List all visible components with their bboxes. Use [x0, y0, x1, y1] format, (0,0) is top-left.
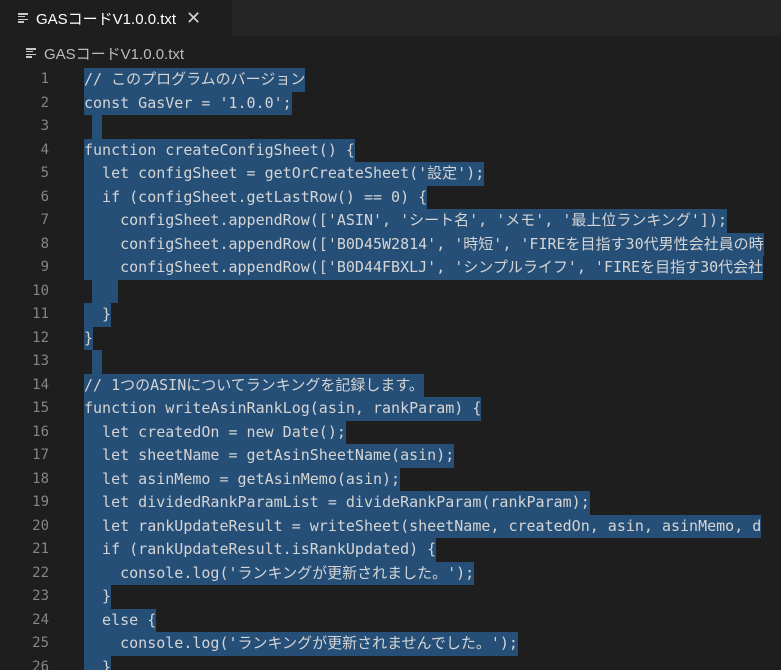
code-line[interactable]: 20 let rankUpdateResult = writeSheet(she… [0, 514, 781, 538]
code-text: let createdOn = new Date(); [84, 420, 346, 444]
code-line[interactable]: 22 console.log('ランキングが更新されました。'); [0, 561, 781, 585]
code-line[interactable]: 24 else { [0, 608, 781, 632]
code-text: console.log('ランキングが更新されました。'); [84, 561, 475, 585]
code-line[interactable]: 18 let asinMemo = getAsinMemo(asin); [0, 467, 781, 491]
line-number: 22 [32, 564, 49, 581]
line-number: 8 [40, 235, 49, 252]
code-text: configSheet.appendRow(['ASIN', 'シート名', '… [84, 209, 728, 233]
code-text: console.log('ランキングが更新されませんでした。'); [84, 632, 518, 656]
code-text: if (configSheet.getLastRow() == 0) { [84, 185, 428, 209]
close-icon[interactable]: ✕ [186, 9, 201, 27]
line-number: 25 [32, 635, 49, 651]
line-number: 9 [40, 259, 49, 275]
line-number: 4 [40, 141, 49, 158]
code-line[interactable]: 19 let dividedRankParamList = divideRank… [0, 491, 781, 515]
breadcrumb-file[interactable]: GASコードV1.0.0.txt [44, 43, 184, 64]
code-text: let configSheet = getOrCreateSheet('設定')… [84, 162, 485, 186]
code-line[interactable]: 6 if (configSheet.getLastRow() == 0) { [0, 185, 781, 209]
line-number: 15 [32, 400, 49, 416]
line-number: 23 [32, 588, 49, 604]
code-line[interactable]: 2 const GasVer = '1.0.0'; [0, 91, 781, 115]
line-number: 20 [32, 517, 49, 534]
line-number: 11 [32, 306, 49, 322]
line-number: 6 [40, 188, 49, 205]
file-text-icon [26, 48, 36, 58]
code-text: // このプログラムのバージョン [84, 68, 306, 92]
code-text: let asinMemo = getAsinMemo(asin); [84, 467, 401, 491]
code-text: } [84, 303, 112, 327]
code-editor[interactable]: 1 // このプログラムのバージョン 2 const GasVer = '1.0.0'… [0, 68, 781, 670]
code-text [92, 279, 118, 303]
code-line[interactable]: 9 configSheet.appendRow(['B0D44FBXLJ', '… [0, 256, 781, 280]
file-text-icon [18, 13, 28, 23]
line-number: 7 [40, 212, 49, 228]
code-line[interactable]: 7 configSheet.appendRow(['ASIN', 'シート名',… [0, 209, 781, 233]
code-text: } [84, 326, 94, 350]
line-number: 2 [40, 94, 49, 111]
code-text: configSheet.appendRow(['B0D44FBXLJ', 'シン… [84, 256, 764, 280]
code-text: } [84, 655, 112, 670]
line-number: 17 [32, 447, 49, 463]
code-text: const GasVer = '1.0.0'; [84, 91, 292, 115]
code-line[interactable]: 8 configSheet.appendRow(['B0D45W2814', '… [0, 232, 781, 256]
line-number: 5 [40, 165, 49, 181]
line-number: 3 [40, 118, 49, 134]
line-number: 14 [32, 376, 49, 393]
code-text [92, 350, 102, 374]
code-text: configSheet.appendRow(['B0D45W2814', '時短… [84, 232, 764, 256]
code-text: let sheetName = getAsinSheetName(asin); [84, 444, 455, 468]
code-line[interactable]: 10 [0, 279, 781, 303]
code-line[interactable]: 26 } [0, 655, 781, 670]
tab-title: GASコードV1.0.0.txt [36, 10, 177, 28]
line-number: 16 [32, 423, 49, 440]
code-line[interactable]: 11 } [0, 303, 781, 327]
code-text: function writeAsinRankLog(asin, rankPara… [84, 397, 482, 421]
code-text: else { [84, 608, 157, 632]
line-number: 1 [40, 71, 49, 87]
line-number: 19 [32, 494, 49, 510]
line-number: 10 [32, 282, 49, 299]
line-number: 24 [32, 611, 49, 628]
line-number: 18 [32, 470, 49, 487]
code-text: // 1つのASINについてランキングを記録します。 [84, 373, 424, 397]
tab-file[interactable]: GASコードV1.0.0.txt ✕ [0, 0, 232, 36]
code-line[interactable]: 1 // このプログラムのバージョン [0, 68, 781, 92]
code-line[interactable]: 12} [0, 326, 781, 350]
line-number: 26 [32, 658, 49, 670]
code-text: let dividedRankParamList = divideRankPar… [84, 491, 590, 515]
code-line[interactable]: 17 let sheetName = getAsinSheetName(asin… [0, 444, 781, 468]
code-line[interactable]: 14 // 1つのASINについてランキングを記録します。 [0, 373, 781, 397]
code-line[interactable]: 3 [0, 115, 781, 139]
line-number: 21 [32, 541, 49, 557]
code-text: if (rankUpdateResult.isRankUpdated) { [84, 538, 437, 562]
code-line[interactable]: 23 } [0, 585, 781, 609]
line-number: 13 [32, 353, 49, 369]
code-text: function createConfigSheet() { [84, 138, 355, 162]
line-number: 12 [32, 329, 49, 346]
code-line[interactable]: 16 let createdOn = new Date(); [0, 420, 781, 444]
code-text: let rankUpdateResult = writeSheet(sheetN… [84, 514, 762, 538]
code-line[interactable]: 13 [0, 350, 781, 374]
breadcrumb: GASコードV1.0.0.txt [0, 36, 781, 70]
code-text [92, 115, 102, 139]
code-line[interactable]: 4 function createConfigSheet() { [0, 138, 781, 162]
code-line[interactable]: 25 console.log('ランキングが更新されませんでした。'); [0, 632, 781, 656]
code-line[interactable]: 21 if (rankUpdateResult.isRankUpdated) { [0, 538, 781, 562]
code-text: } [84, 585, 112, 609]
code-line[interactable]: 5 let configSheet = getOrCreateSheet('設定… [0, 162, 781, 186]
code-line[interactable]: 15 function writeAsinRankLog(asin, rankPa… [0, 397, 781, 421]
tab-bar: GASコードV1.0.0.txt ✕ [0, 0, 781, 36]
